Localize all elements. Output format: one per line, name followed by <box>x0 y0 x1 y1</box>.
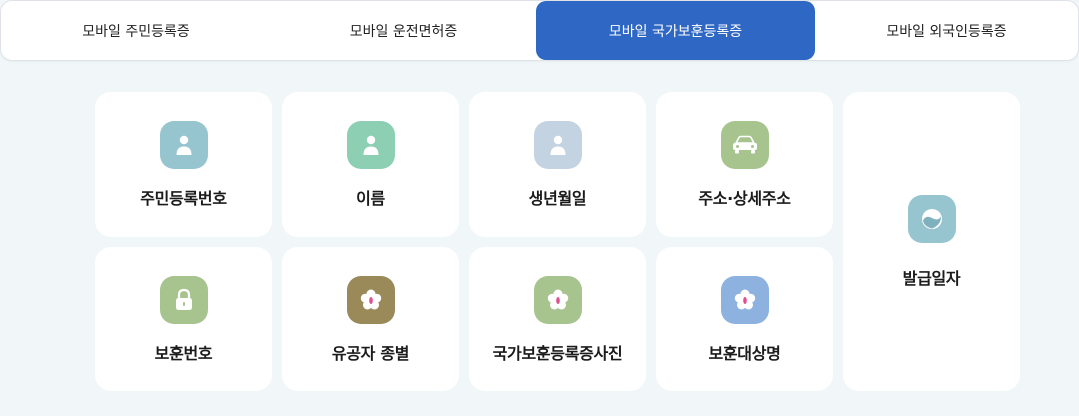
id-type-tab-bar: 모바일 주민등록증 모바일 운전면허증 모바일 국가보훈등록증 모바일 외국인등… <box>0 0 1079 61</box>
field-card-veteran-category: 보훈대상명 <box>656 247 833 391</box>
card-label: 보훈번호 <box>154 344 213 363</box>
card-label: 이름 <box>356 189 385 208</box>
lock-icon <box>159 276 208 324</box>
person-icon <box>346 121 395 169</box>
field-card-name: 이름 <box>282 92 459 237</box>
tab-mobile-veteran-card[interactable]: 모바일 국가보훈등록증 <box>536 1 815 60</box>
field-card-address: 주소·상세주소 <box>656 92 833 237</box>
field-card-resident-number: 주민등록번호 <box>95 92 272 237</box>
card-label: 주소·상세주소 <box>698 189 791 208</box>
person-icon <box>533 121 582 169</box>
tab-mobile-driver-license[interactable]: 모바일 운전면허증 <box>271 1 536 60</box>
field-card-veteran-number: 보훈번호 <box>95 247 272 391</box>
field-card-veteran-photo: 국가보훈등록증사진 <box>469 247 646 391</box>
card-label: 국가보훈등록증사진 <box>492 344 623 363</box>
card-label: 보훈대상명 <box>708 344 781 363</box>
person-icon <box>159 121 208 169</box>
tab-mobile-foreigner-card[interactable]: 모바일 외국인등록증 <box>815 1 1078 60</box>
car-icon <box>720 121 769 169</box>
card-label: 유공자 종별 <box>331 344 410 363</box>
card-label: 생년월일 <box>528 189 587 208</box>
card-label: 주민등록번호 <box>140 189 227 208</box>
field-card-merit-type: 유공자 종별 <box>282 247 459 391</box>
flower-icon <box>346 276 395 324</box>
tab-mobile-resident-card[interactable]: 모바일 주민등록증 <box>1 1 271 60</box>
card-label: 발급일자 <box>902 268 961 288</box>
flower-icon <box>533 276 582 324</box>
taegeuk-icon <box>907 194 956 243</box>
flower-icon <box>720 276 769 324</box>
field-card-birthdate: 생년월일 <box>469 92 646 237</box>
field-card-issue-date: 발급일자 <box>843 92 1020 391</box>
